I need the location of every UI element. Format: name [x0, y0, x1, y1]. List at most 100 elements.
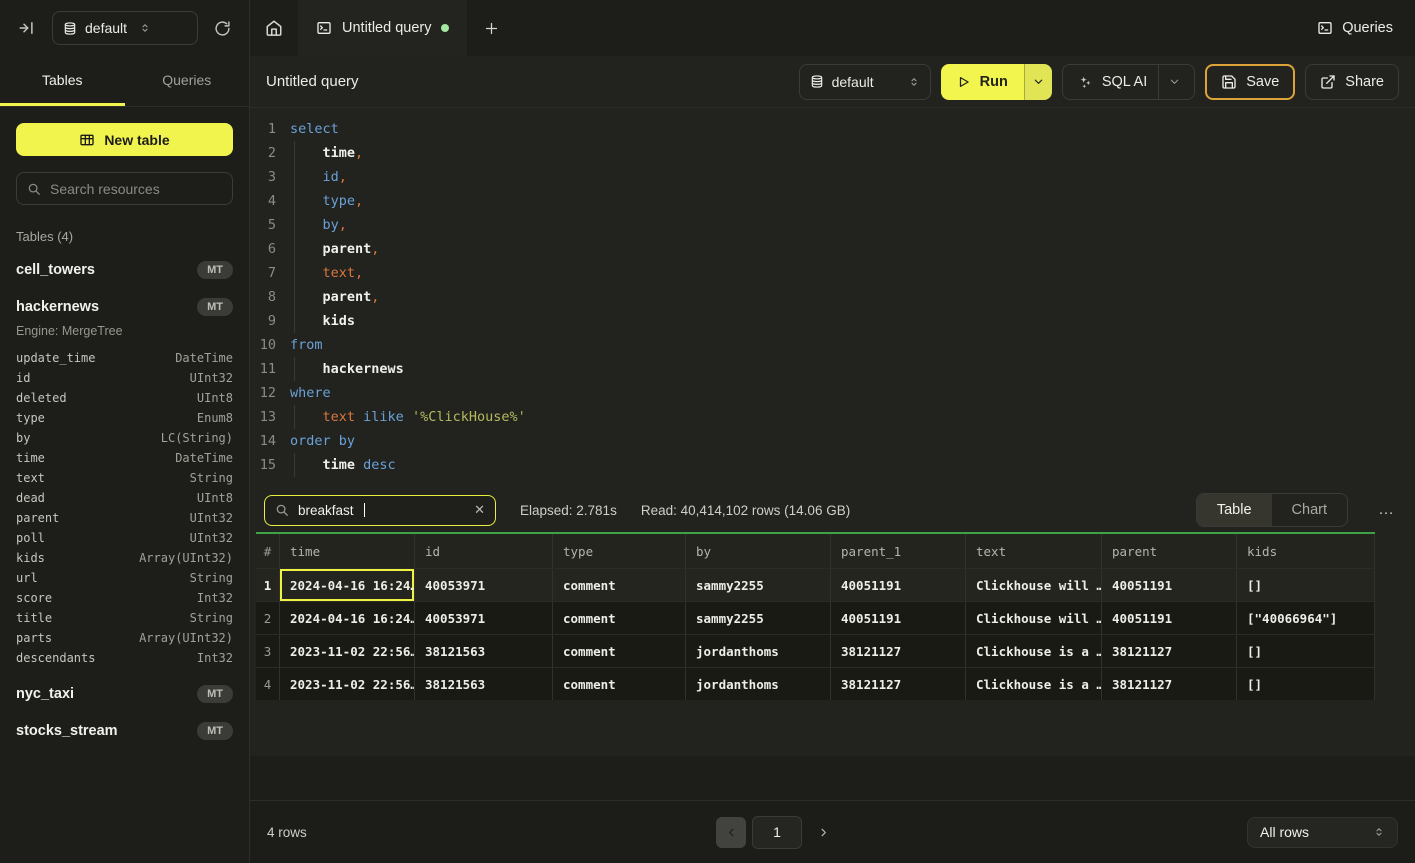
- table-cell[interactable]: 2024-04-16 16:24…: [280, 569, 415, 601]
- row-number[interactable]: 4: [256, 668, 280, 700]
- row-number[interactable]: 1: [256, 569, 280, 601]
- current-page[interactable]: 1: [752, 816, 802, 849]
- more-options-icon[interactable]: …: [1372, 501, 1401, 519]
- schema-column-type[interactable]: typeEnum8: [16, 408, 233, 428]
- table-cell[interactable]: sammy2255: [686, 602, 831, 634]
- column-header-text[interactable]: text: [966, 534, 1102, 568]
- column-header-parent[interactable]: parent: [1102, 534, 1237, 568]
- schema-column-descendants[interactable]: descendantsInt32: [16, 648, 233, 668]
- editor-line[interactable]: 3 id,: [250, 165, 1415, 189]
- schema-column-time[interactable]: timeDateTime: [16, 448, 233, 468]
- column-header-parent_1[interactable]: parent_1: [831, 534, 966, 568]
- collapse-sidebar-icon[interactable]: [14, 15, 40, 41]
- new-tab-button[interactable]: [467, 0, 515, 56]
- database-selector[interactable]: default: [799, 64, 931, 100]
- table-cell[interactable]: Clickhouse will …: [966, 569, 1102, 601]
- table-cell[interactable]: 2023-11-02 22:56…: [280, 668, 415, 700]
- schema-column-score[interactable]: scoreInt32: [16, 588, 233, 608]
- table-cell[interactable]: 40053971: [415, 602, 553, 634]
- schema-column-text[interactable]: textString: [16, 468, 233, 488]
- view-tab-table[interactable]: Table: [1197, 494, 1272, 526]
- table-cell[interactable]: 38121127: [1102, 668, 1237, 700]
- queries-button[interactable]: Queries: [1295, 0, 1415, 56]
- schema-column-poll[interactable]: pollUInt32: [16, 528, 233, 548]
- sidebar-tab-queries[interactable]: Queries: [125, 56, 250, 106]
- prev-page-button[interactable]: [716, 817, 746, 848]
- table-cell[interactable]: 38121127: [831, 635, 966, 667]
- tab-home[interactable]: [250, 0, 298, 56]
- column-header-kids[interactable]: kids: [1237, 534, 1375, 568]
- editor-line[interactable]: 7 text,: [250, 261, 1415, 285]
- table-cell[interactable]: ["40066964"]: [1237, 602, 1375, 634]
- row-number[interactable]: 3: [256, 635, 280, 667]
- table-cell[interactable]: comment: [553, 569, 686, 601]
- schema-column-id[interactable]: idUInt32: [16, 368, 233, 388]
- table-cell[interactable]: 40051191: [831, 569, 966, 601]
- column-header-id[interactable]: id: [415, 534, 553, 568]
- schema-column-title[interactable]: titleString: [16, 608, 233, 628]
- sql-ai-options[interactable]: [1158, 65, 1180, 99]
- table-item-cell_towers[interactable]: cell_towersMT: [16, 259, 233, 281]
- table-cell[interactable]: []: [1237, 569, 1375, 601]
- table-cell[interactable]: 38121127: [1102, 635, 1237, 667]
- editor-line[interactable]: 8 parent,: [250, 285, 1415, 309]
- save-button[interactable]: Save: [1205, 64, 1295, 100]
- schema-column-by[interactable]: byLC(String): [16, 428, 233, 448]
- table-cell[interactable]: 38121563: [415, 668, 553, 700]
- editor-line[interactable]: 10from: [250, 333, 1415, 357]
- resource-search[interactable]: [16, 172, 233, 205]
- column-header-type[interactable]: type: [553, 534, 686, 568]
- table-cell[interactable]: []: [1237, 635, 1375, 667]
- view-tab-chart[interactable]: Chart: [1272, 494, 1347, 526]
- table-cell[interactable]: jordanthoms: [686, 635, 831, 667]
- sidebar-tab-tables[interactable]: Tables: [0, 56, 125, 106]
- table-cell[interactable]: 38121127: [831, 668, 966, 700]
- table-cell[interactable]: comment: [553, 668, 686, 700]
- table-cell[interactable]: 40051191: [1102, 569, 1237, 601]
- schema-column-url[interactable]: urlString: [16, 568, 233, 588]
- table-item-stocks_stream[interactable]: stocks_streamMT: [16, 720, 233, 742]
- sql-ai-button[interactable]: SQL AI: [1062, 64, 1195, 100]
- editor-line[interactable]: 15 time desc: [250, 453, 1415, 477]
- table-cell[interactable]: 2024-04-16 16:24…: [280, 602, 415, 634]
- editor-line[interactable]: 1select: [250, 117, 1415, 141]
- editor-line[interactable]: 5 by,: [250, 213, 1415, 237]
- next-page-button[interactable]: [808, 817, 838, 848]
- run-button[interactable]: Run: [941, 64, 1024, 100]
- row-number[interactable]: 2: [256, 602, 280, 634]
- editor-line[interactable]: 13 text ilike '%ClickHouse%': [250, 405, 1415, 429]
- refresh-icon[interactable]: [210, 16, 235, 41]
- editor-line[interactable]: 11 hackernews: [250, 357, 1415, 381]
- share-button[interactable]: Share: [1305, 64, 1399, 100]
- new-table-button[interactable]: New table: [16, 123, 233, 156]
- table-cell[interactable]: jordanthoms: [686, 668, 831, 700]
- schema-column-deleted[interactable]: deletedUInt8: [16, 388, 233, 408]
- sql-editor[interactable]: 1select2 time,3 id,4 type,5 by,6 parent,…: [250, 108, 1415, 488]
- page-size-selector[interactable]: All rows: [1247, 817, 1398, 848]
- editor-line[interactable]: 12where: [250, 381, 1415, 405]
- table-item-nyc_taxi[interactable]: nyc_taxiMT: [16, 683, 233, 705]
- column-header-by[interactable]: by: [686, 534, 831, 568]
- table-cell[interactable]: 40053971: [415, 569, 553, 601]
- table-cell[interactable]: comment: [553, 602, 686, 634]
- clear-search-icon[interactable]: ✕: [474, 502, 485, 518]
- table-cell[interactable]: 2023-11-02 22:56…: [280, 635, 415, 667]
- editor-line[interactable]: 2 time,: [250, 141, 1415, 165]
- editor-line[interactable]: 9 kids: [250, 309, 1415, 333]
- schema-column-update_time[interactable]: update_timeDateTime: [16, 348, 233, 368]
- column-header-#[interactable]: #: [256, 534, 280, 568]
- table-item-hackernews[interactable]: hackernewsMT: [16, 296, 233, 318]
- table-cell[interactable]: Clickhouse is a …: [966, 635, 1102, 667]
- results-search[interactable]: breakfast ✕: [264, 495, 496, 526]
- schema-column-parts[interactable]: partsArray(UInt32): [16, 628, 233, 648]
- table-cell[interactable]: 38121563: [415, 635, 553, 667]
- schema-column-dead[interactable]: deadUInt8: [16, 488, 233, 508]
- column-header-time[interactable]: time: [280, 534, 415, 568]
- editor-line[interactable]: 6 parent,: [250, 237, 1415, 261]
- tab-untitled-query[interactable]: Untitled query: [298, 0, 467, 56]
- editor-line[interactable]: 14order by: [250, 429, 1415, 453]
- schema-column-parent[interactable]: parentUInt32: [16, 508, 233, 528]
- schema-column-kids[interactable]: kidsArray(UInt32): [16, 548, 233, 568]
- table-cell[interactable]: 40051191: [831, 602, 966, 634]
- table-cell[interactable]: sammy2255: [686, 569, 831, 601]
